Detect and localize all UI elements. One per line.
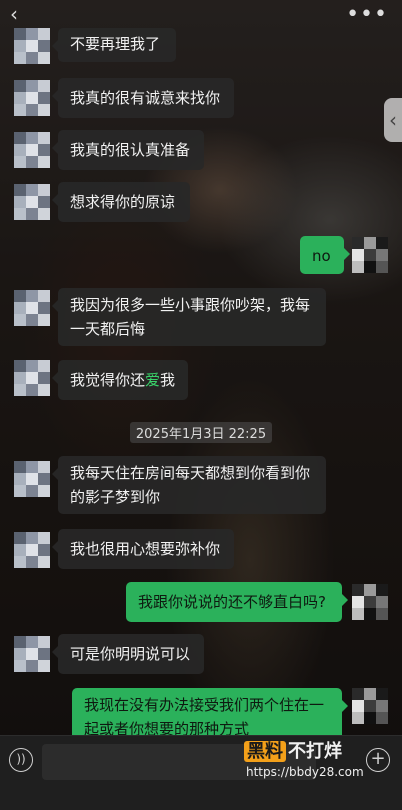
message-text: 不要再理我了 [70, 35, 161, 53]
message-text: 我现在没有办法接受我们两个住在一起或者你想要的那种方式 [84, 696, 325, 738]
message-text: 可是你明明说可以 [70, 645, 191, 663]
contact-avatar[interactable] [14, 532, 50, 568]
watermark-url: https://bbdy28.com [246, 765, 364, 779]
contact-avatar[interactable] [14, 28, 50, 64]
message-text: 我觉得你还 [70, 371, 146, 389]
message-timestamp: 2025年1月3日 22:25 [0, 422, 402, 443]
contact-avatar[interactable] [14, 184, 50, 220]
incoming-message[interactable]: 我也很用心想要弥补你 [52, 529, 234, 569]
outgoing-message[interactable]: no [300, 236, 350, 274]
incoming-message[interactable]: 我每天住在房间每天都想到你看到你的影子梦到你 [52, 456, 326, 514]
incoming-message[interactable]: 我真的很有诚意来找你 [52, 78, 234, 118]
message-text: 我也很用心想要弥补你 [70, 540, 221, 558]
contact-avatar[interactable] [14, 360, 50, 396]
watermark-logo: 黑料 不打烊 [244, 740, 342, 764]
message-text: 我每天住在房间每天都想到你看到你的影子梦到你 [70, 464, 311, 506]
incoming-message[interactable]: 可是你明明说可以 [52, 634, 204, 674]
message-text: 我真的很有诚意来找你 [70, 89, 221, 107]
message-text: 我真的很认真准备 [70, 141, 191, 159]
highlighted-word: 爱 [145, 371, 161, 389]
message-text: 想求得你的原谅 [70, 193, 176, 211]
contact-avatar[interactable] [14, 290, 50, 326]
incoming-message[interactable]: 不要再理我了 [52, 28, 176, 62]
my-avatar[interactable] [352, 237, 388, 273]
incoming-message[interactable]: 想求得你的原谅 [52, 182, 190, 222]
message-text: 我 [160, 371, 176, 389]
incoming-message[interactable]: 我因为很多一些小事跟你吵架，我每一天都后悔 [52, 288, 326, 346]
voice-icon[interactable]: )) [9, 748, 33, 772]
my-avatar[interactable] [352, 584, 388, 620]
message-text: 我跟你说说的还不够直白吗? [138, 593, 326, 611]
message-text: no [312, 247, 331, 265]
chat-header: ‹ ••• [0, 0, 402, 30]
contact-avatar[interactable] [14, 636, 50, 672]
message-text: 我因为很多一些小事跟你吵架，我每一天都后悔 [70, 296, 311, 338]
incoming-message[interactable]: 我觉得你还爱我 [52, 360, 188, 400]
more-options-icon[interactable]: ••• [346, 2, 388, 27]
incoming-message[interactable]: 我真的很认真准备 [52, 130, 204, 170]
contact-avatar[interactable] [14, 461, 50, 497]
side-collapse-tab[interactable]: ‹ [384, 98, 402, 142]
outgoing-message[interactable]: 我跟你说说的还不够直白吗? [126, 582, 348, 622]
watermark: 黑料 不打烊 https://bbdy28.com [244, 740, 374, 784]
contact-avatar[interactable] [14, 132, 50, 168]
back-chevron-icon[interactable]: ‹ [10, 4, 18, 24]
my-avatar[interactable] [352, 688, 388, 724]
contact-avatar[interactable] [14, 80, 50, 116]
